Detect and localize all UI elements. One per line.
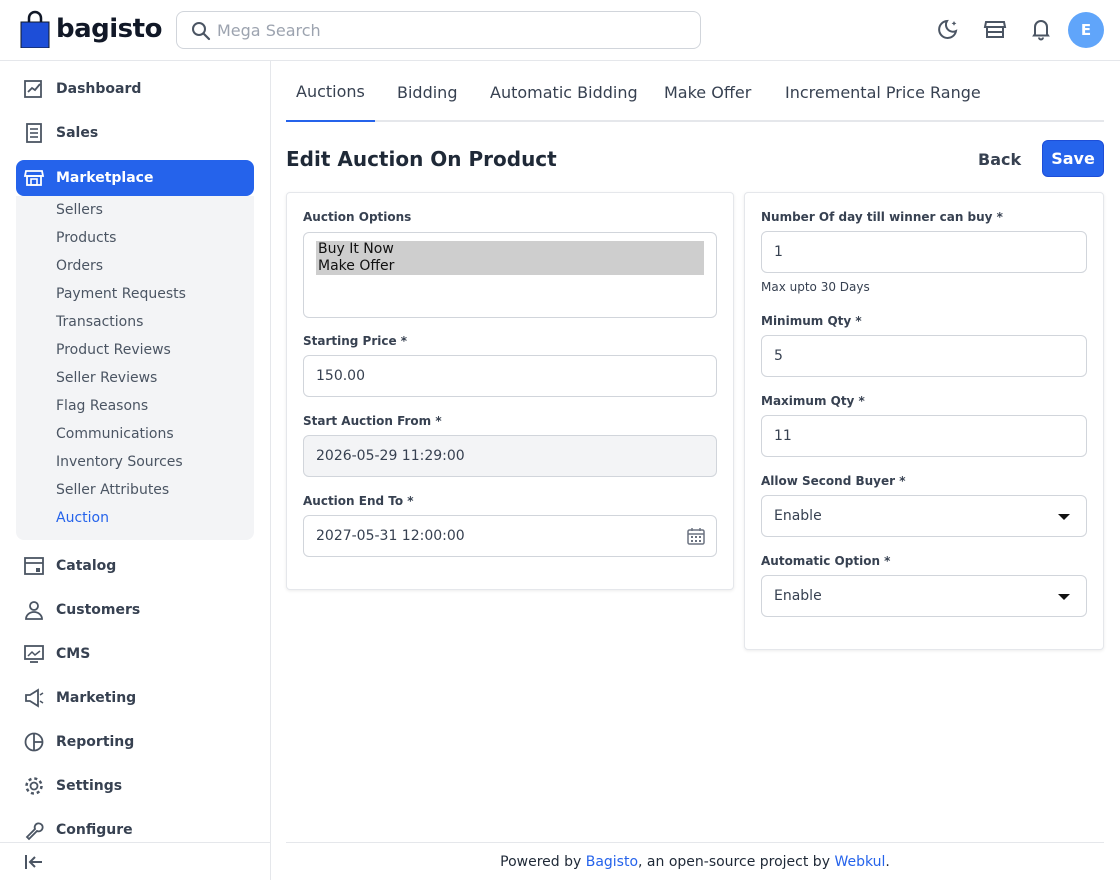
bell-icon[interactable] [1028,16,1054,42]
submenu-item-seller-reviews[interactable]: Seller Reviews [56,370,157,386]
sidebar-item-marketing[interactable]: Marketing [16,680,254,716]
search-input[interactable] [217,12,687,48]
starting-price-input[interactable]: 150.00 [303,355,717,397]
dashboard-icon [23,78,45,100]
days-hint: Max upto 30 Days [761,280,870,294]
customers-icon [23,599,45,621]
option-buy-it-now[interactable]: Buy It Now [316,241,704,258]
tab-incremental-price-range[interactable]: Incremental Price Range [775,62,991,122]
submenu-item-payment-requests[interactable]: Payment Requests [56,286,186,302]
tab-auctions[interactable]: Auctions [286,62,375,122]
settings-icon [23,775,45,797]
dark-mode-icon[interactable] [936,16,962,42]
search-icon [191,21,211,45]
auction-end-to-label: Auction End To * [303,494,414,508]
sidebar-item-dashboard[interactable]: Dashboard [16,71,254,107]
tab-bidding[interactable]: Bidding [387,62,467,122]
sidebar-item-settings[interactable]: Settings [16,768,254,804]
tab-make-offer[interactable]: Make Offer [654,62,761,122]
chevron-down-icon [1058,514,1070,520]
allow-second-buyer-select[interactable]: Enable [761,495,1087,537]
submenu-item-inventory-sources[interactable]: Inventory Sources [56,454,183,470]
page-title: Edit Auction On Product [286,147,557,171]
submenu-item-orders[interactable]: Orders [56,258,103,274]
submenu-item-sellers[interactable]: Sellers [56,202,103,218]
cms-icon [23,643,45,665]
submenu-item-transactions[interactable]: Transactions [56,314,143,330]
mega-search[interactable] [176,11,701,49]
sidebar-item-cms[interactable]: CMS [16,636,254,672]
days-till-winner-label: Number Of day till winner can buy * [761,210,1003,224]
marketing-icon [23,687,45,709]
allow-second-buyer-label: Allow Second Buyer * [761,474,906,488]
storefront-icon[interactable] [982,16,1008,42]
auction-details-card: Auction Options Buy It Now Make Offer St… [286,192,734,590]
auction-options-label: Auction Options [303,210,412,224]
calendar-icon[interactable] [686,526,706,550]
configure-icon [23,819,45,841]
back-button[interactable]: Back [968,146,1031,172]
submenu-item-communications[interactable]: Communications [56,426,174,442]
start-auction-from-input: 2026-05-29 11:29:00 [303,435,717,477]
automatic-option-label: Automatic Option * [761,554,891,568]
auction-end-to-input[interactable]: 2027-05-31 12:00:00 [303,515,717,557]
option-make-offer[interactable]: Make Offer [316,258,704,275]
days-till-winner-input[interactable]: 1 [761,231,1087,273]
minimum-qty-input[interactable]: 5 [761,335,1087,377]
submenu-item-product-reviews[interactable]: Product Reviews [56,342,171,358]
sidebar-item-customers[interactable]: Customers [16,592,254,628]
webkul-link[interactable]: Webkul [834,854,885,870]
submenu-item-seller-attributes[interactable]: Seller Attributes [56,482,169,498]
shopping-bag-icon [20,10,50,49]
avatar[interactable]: E [1068,12,1104,48]
footer: Powered by Bagisto, an open-source proje… [286,842,1104,880]
submenu-item-flag-reasons[interactable]: Flag Reasons [56,398,148,414]
automatic-option-select[interactable]: Enable [761,575,1087,617]
sales-icon [23,122,45,144]
auction-settings-card: Number Of day till winner can buy * 1 Ma… [744,192,1104,650]
top-header: bagisto E [0,0,1120,61]
catalog-icon [23,555,45,577]
bagisto-link[interactable]: Bagisto [586,854,638,870]
maximum-qty-label: Maximum Qty * [761,394,865,408]
save-button[interactable]: Save [1042,140,1104,177]
chevron-down-icon [1058,594,1070,600]
sidebar: Dashboard Sales Marketplace Sellers Prod… [0,61,271,880]
sidebar-collapse-bar[interactable] [0,842,270,880]
tab-automatic-bidding[interactable]: Automatic Bidding [480,62,648,122]
marketplace-submenu: Sellers Products Orders Payment Requests… [16,196,254,540]
submenu-item-products[interactable]: Products [56,230,116,246]
logo[interactable]: bagisto [20,10,162,49]
marketplace-icon [23,167,45,189]
sidebar-item-marketplace[interactable]: Marketplace [16,160,254,196]
auction-options-select[interactable]: Buy It Now Make Offer [303,232,717,318]
minimum-qty-label: Minimum Qty * [761,314,862,328]
maximum-qty-input[interactable]: 11 [761,415,1087,457]
logo-text: bagisto [56,14,162,44]
start-auction-from-label: Start Auction From * [303,414,442,428]
reporting-icon [23,731,45,753]
collapse-sidebar-icon[interactable] [24,852,44,876]
auction-tabs: Auctions Bidding Automatic Bidding Make … [286,62,1104,122]
submenu-item-auction[interactable]: Auction [56,510,109,526]
sidebar-item-reporting[interactable]: Reporting [16,724,254,760]
starting-price-label: Starting Price * [303,334,408,348]
sidebar-item-sales[interactable]: Sales [16,115,254,151]
sidebar-item-catalog[interactable]: Catalog [16,548,254,584]
